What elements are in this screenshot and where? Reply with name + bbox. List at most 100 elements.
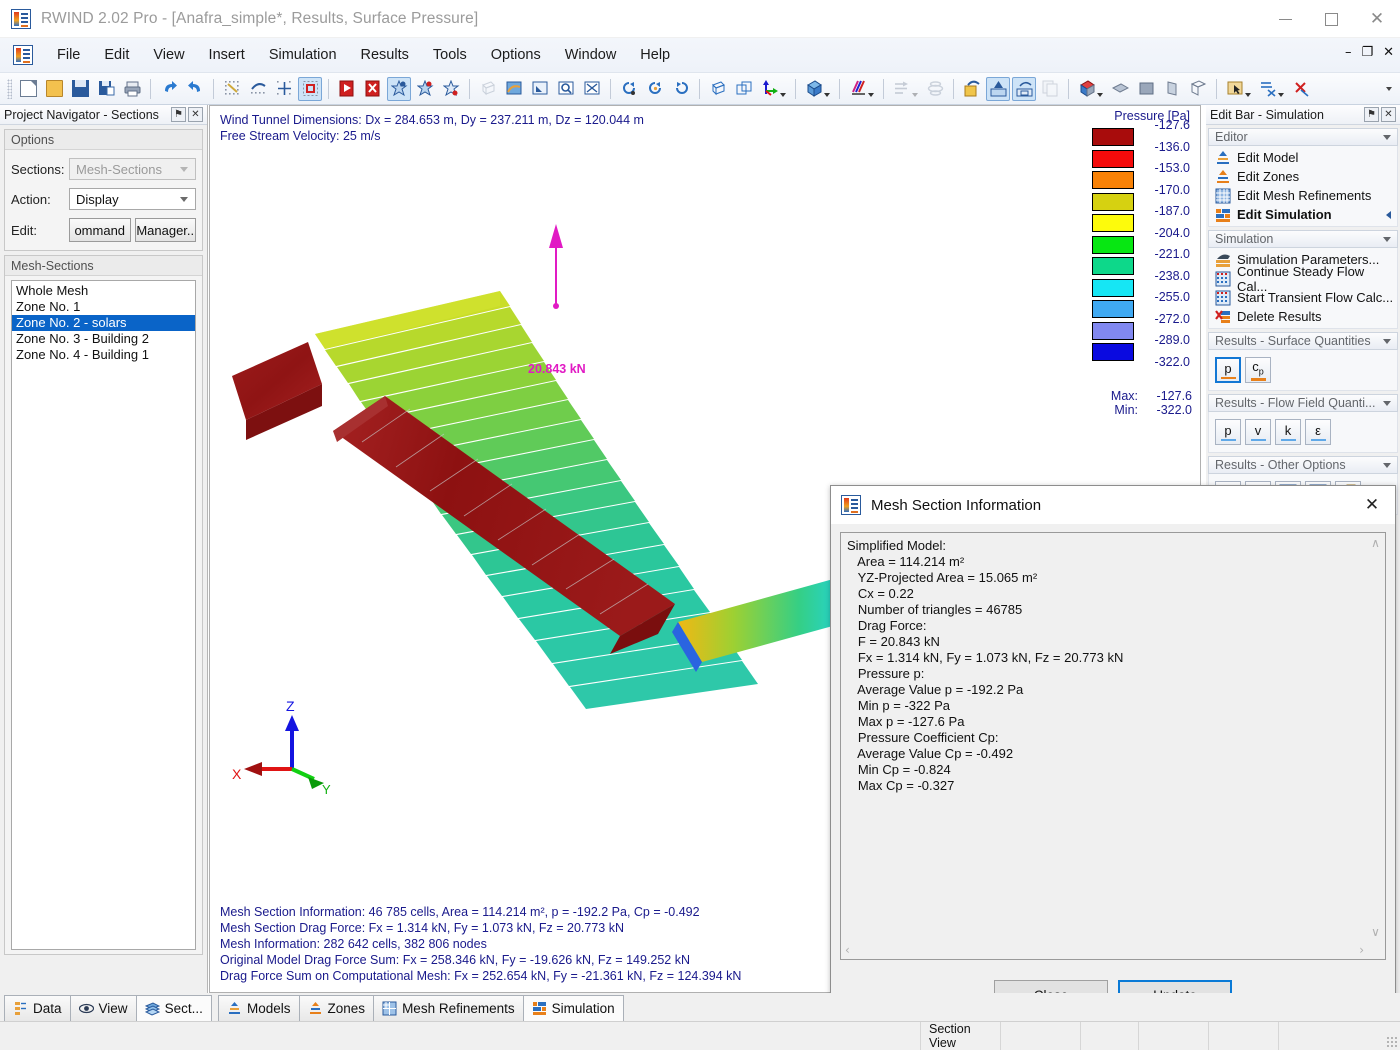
chevron-down-icon[interactable] [1096,92,1103,97]
view-cube-icon[interactable] [802,77,833,101]
cutting-plane-icon[interactable] [1075,77,1106,101]
open-file-icon[interactable] [42,77,66,101]
model-section-icon[interactable] [986,76,1010,101]
quantity-button-cp[interactable]: cp [1245,357,1271,383]
selection-box-icon[interactable] [298,76,322,101]
menu-file[interactable]: File [45,43,92,67]
menu-help[interactable]: Help [628,43,682,67]
chevron-down-icon[interactable] [1383,338,1391,344]
list-item[interactable]: Zone No. 2 - solars [12,315,195,331]
edit-bar-group-header[interactable]: Results - Surface Quantities [1208,332,1398,350]
menu-options[interactable]: Options [479,43,553,67]
quantity-button-[interactable]: ε [1305,419,1331,445]
mesh-section-icon[interactable] [1012,76,1036,101]
tab-zones[interactable]: Zones [298,995,375,1021]
menu-window[interactable]: Window [553,43,629,67]
edit-manager-button[interactable]: Manager.. [134,218,196,242]
show-model-icon[interactable] [335,77,359,101]
render-wire-icon[interactable] [439,77,463,101]
rotate-right-icon[interactable] [669,77,693,101]
edit-bar-item-transient-flow[interactable]: Start Transient Flow Calc... [1209,288,1397,307]
print-icon[interactable] [120,77,144,101]
window-close-button[interactable]: ✕ [1354,0,1400,38]
sections-select[interactable]: Mesh-Sections [69,158,196,180]
window-minimize-button[interactable] [1262,0,1308,38]
section-tool-icon[interactable] [1256,77,1287,101]
redo-icon[interactable] [183,77,207,101]
action-select[interactable]: Display [69,188,196,210]
close-icon[interactable]: ✕ [188,107,203,122]
list-item[interactable]: Zone No. 1 [12,299,195,315]
edit-bar-item-model[interactable]: Edit Model [1209,148,1397,167]
menu-simulation[interactable]: Simulation [257,43,349,67]
mdi-close-button[interactable]: ✕ [1383,46,1394,59]
plane-xz-icon[interactable] [1186,77,1210,101]
mesh-sections-list[interactable]: Whole Mesh Zone No. 1 Zone No. 2 - solars Z… [11,280,196,950]
edit-bar-group-header[interactable]: Results - Other Options [1208,456,1398,474]
plane-solid-icon[interactable] [1134,77,1158,101]
scroll-left-icon[interactable]: ‹ [845,944,850,956]
rotate-left-icon[interactable] [617,77,641,101]
toolbar-overflow-button[interactable] [1382,77,1396,101]
isometric-view-icon[interactable] [706,77,730,101]
zoom-all-icon[interactable] [580,77,604,101]
colors-icon[interactable] [846,77,877,101]
mdi-minimize-button[interactable]: – [1345,46,1352,59]
zoom-icon[interactable] [554,77,578,101]
chevron-down-icon[interactable] [1383,400,1391,406]
chevron-down-icon[interactable] [1244,92,1251,97]
menu-tools[interactable]: Tools [421,43,479,67]
tab-view[interactable]: View [69,995,137,1021]
grid-snap-icon[interactable] [272,77,296,101]
plane-yz-icon[interactable] [1160,77,1184,101]
chevron-down-icon[interactable] [1383,236,1391,242]
mdi-restore-button[interactable]: ❐ [1361,46,1373,59]
chevron-down-icon[interactable] [823,92,830,97]
close-icon[interactable]: ✕ [1381,107,1396,122]
object-snap-icon[interactable] [246,77,270,101]
tab-mesh-refinements[interactable]: Mesh Refinements [373,995,524,1021]
new-file-icon[interactable] [16,77,40,101]
edit-bar-item-zones[interactable]: Edit Zones [1209,167,1397,186]
shaded-view-icon[interactable] [502,77,526,101]
tab-models[interactable]: Models [218,995,300,1021]
plane-xy-icon[interactable] [1108,77,1132,101]
tab-simulation[interactable]: Simulation [522,995,624,1021]
chevron-down-icon[interactable] [911,92,918,97]
hide-model-icon[interactable] [361,77,385,101]
render-mesh-icon[interactable] [413,77,437,101]
scroll-up-icon[interactable]: ∧ [1371,537,1380,549]
edit-bar-item-steady-flow[interactable]: Continue Steady Flow Cal... [1209,264,1397,294]
chevron-down-icon[interactable] [1383,462,1391,468]
chevron-down-icon[interactable] [867,92,874,97]
dialog-horizontal-scrollbar[interactable]: ‹ › [842,941,1367,958]
edit-command-button[interactable]: ommand [69,218,131,242]
results-panel-icon[interactable] [960,77,984,101]
edit-bar-group-header[interactable]: Results - Flow Field Quanti... [1208,394,1398,412]
edit-bar-item-delete-results[interactable]: Delete Results [1209,307,1397,326]
pin-icon[interactable]: ⚑ [171,107,186,122]
undo-icon[interactable] [157,77,181,101]
axis-view-icon[interactable] [758,77,789,101]
zoom-window-icon[interactable] [528,77,552,101]
perspective-view-icon[interactable] [732,77,756,101]
quantity-button-v[interactable]: v [1245,419,1271,445]
quantity-button-p[interactable]: p [1215,419,1241,445]
pick-tool-icon[interactable] [1223,77,1254,101]
chevron-down-icon[interactable] [1383,134,1391,140]
edit-bar-group-header[interactable]: Editor [1208,128,1398,146]
edit-bar-item-mesh[interactable]: Edit Mesh Refinements [1209,186,1397,205]
menu-insert[interactable]: Insert [197,43,257,67]
edit-bar-group-header[interactable]: Simulation [1208,230,1398,248]
rotate-icon[interactable] [643,77,667,101]
list-item[interactable]: Whole Mesh [12,283,195,299]
render-surface-icon[interactable] [387,76,411,101]
tab-data[interactable]: Data [4,995,71,1021]
chevron-down-icon[interactable] [1277,92,1284,97]
scroll-down-icon[interactable]: ∨ [1371,926,1380,938]
quantity-button-p[interactable]: p [1215,357,1241,383]
menu-results[interactable]: Results [349,43,421,67]
dialog-close-icon[interactable]: ✕ [1349,486,1395,524]
list-item[interactable]: Zone No. 3 - Building 2 [12,331,195,347]
chevron-down-icon[interactable] [779,92,786,97]
